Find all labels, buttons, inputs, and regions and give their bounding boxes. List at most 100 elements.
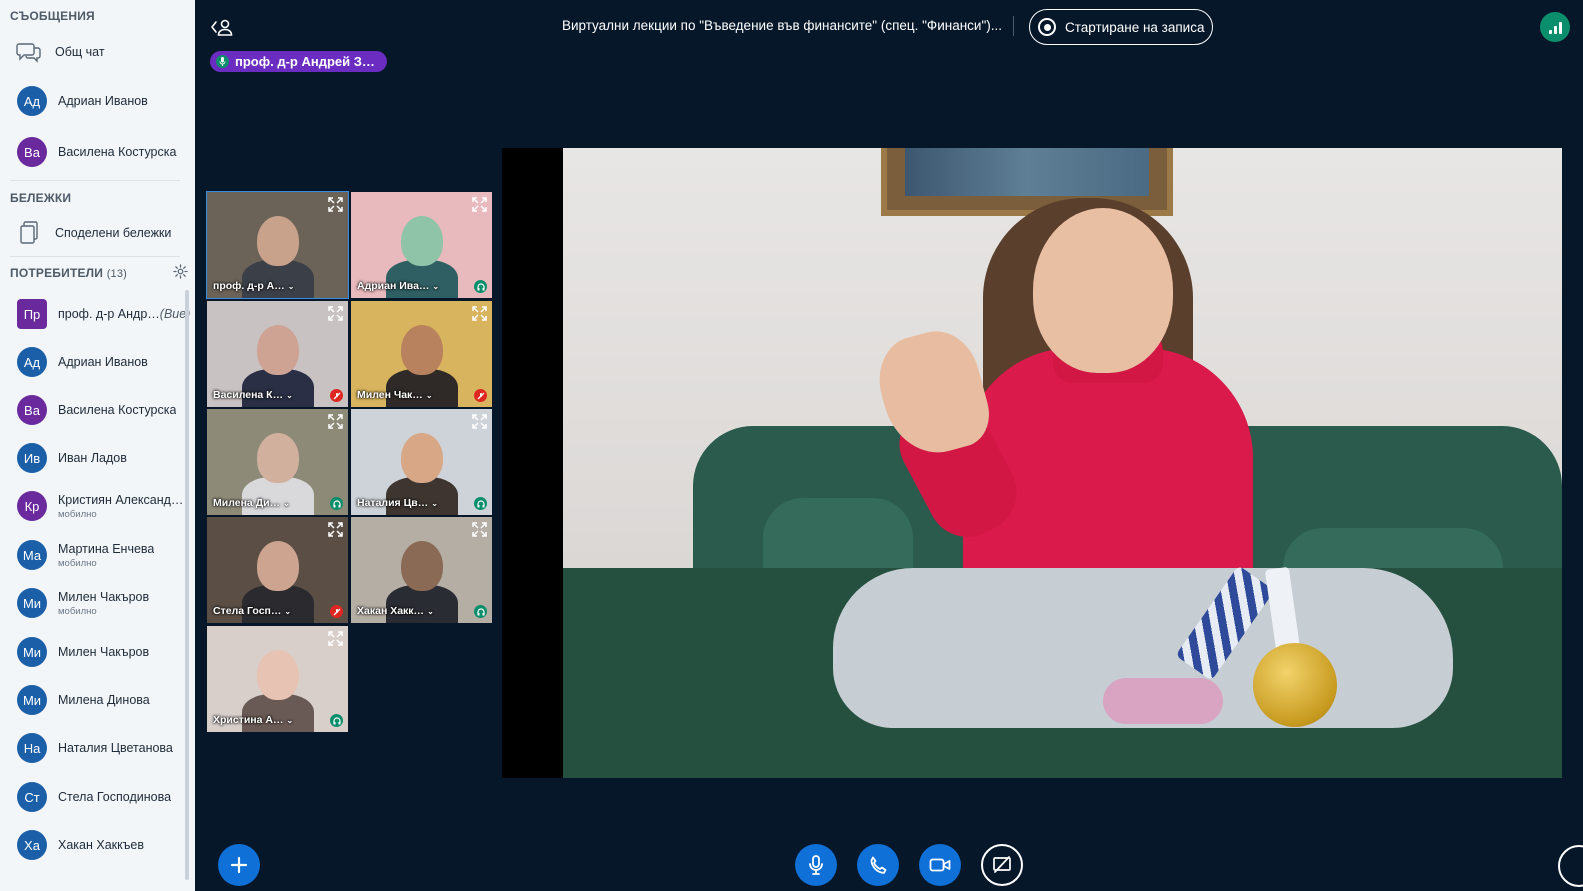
avatar: Ми	[17, 637, 47, 667]
fullscreen-expand-icon[interactable]	[471, 305, 488, 322]
video-tile-name-text: Милен Чак…	[357, 389, 423, 401]
video-tile-name[interactable]: Милен Чак… ⌄	[357, 389, 449, 401]
divider	[10, 180, 180, 181]
user-device-label: мобилно	[58, 605, 97, 617]
user-list-item[interactable]: Ст Стела Господинова	[0, 780, 190, 814]
listen-only-icon	[474, 497, 487, 510]
video-tile[interactable]: проф. д-р А… ⌄	[206, 191, 349, 299]
user-list-scrollbar[interactable]	[185, 290, 189, 880]
video-tile[interactable]: Хакан Хакк… ⌄	[351, 517, 492, 623]
microphone-button[interactable]	[795, 844, 837, 886]
user-list-item[interactable]: Ха Хакан Хаккъев	[0, 828, 190, 862]
private-chat-name: Адриан Иванов	[58, 94, 148, 108]
fullscreen-expand-icon[interactable]	[327, 630, 344, 647]
video-tile[interactable]: Наталия Цв… ⌄	[351, 409, 492, 515]
video-tile[interactable]: Адриан Ива… ⌄	[351, 192, 492, 298]
user-name: Мартина Енчева	[58, 542, 154, 556]
private-chat-item[interactable]: Ад Адриан Иванов	[0, 85, 190, 117]
actions-plus-button[interactable]	[218, 844, 260, 886]
user-name: Иван Ладов	[58, 451, 127, 465]
video-tile[interactable]: Василена К… ⌄	[207, 301, 348, 407]
gear-icon[interactable]	[173, 264, 188, 284]
video-tile-name[interactable]: Наталия Цв… ⌄	[357, 497, 449, 509]
screen-share-button[interactable]	[981, 844, 1023, 886]
video-tile[interactable]: Христина А… ⌄	[207, 626, 348, 732]
user-text: Хакан Хаккъев	[58, 838, 144, 852]
fullscreen-expand-icon[interactable]	[327, 413, 344, 430]
talking-indicator[interactable]: проф. д-р Андрей З…	[210, 51, 387, 72]
fullscreen-expand-icon[interactable]	[327, 196, 344, 213]
participant-head	[257, 650, 299, 700]
user-name-text: Милена Динова	[58, 693, 150, 707]
video-tile-name[interactable]: проф. д-р А… ⌄	[213, 280, 305, 292]
share-webcam-button[interactable]	[919, 844, 961, 886]
user-list-item[interactable]: На Наталия Цветанова	[0, 731, 190, 765]
toggle-userlist-button[interactable]	[208, 14, 236, 40]
private-chat-item[interactable]: Ва Василена Костурска	[0, 136, 190, 168]
start-recording-button[interactable]: Стартиране на записа	[1029, 9, 1213, 45]
user-text: Наталия Цветанова	[58, 741, 173, 755]
user-text: Мартина Енчева мобилно	[58, 542, 154, 569]
user-name-text: Стела Господинова	[58, 790, 172, 804]
notes-section-title: БЕЛЕЖКИ	[10, 191, 72, 205]
fullscreen-expand-icon[interactable]	[471, 196, 488, 213]
fullscreen-expand-icon[interactable]	[471, 413, 488, 430]
video-tile-name[interactable]: Стела Госп… ⌄	[213, 605, 305, 617]
fullscreen-expand-icon[interactable]	[471, 521, 488, 538]
screen-share-off-icon	[993, 856, 1011, 873]
private-chat-name: Василена Костурска	[58, 145, 177, 159]
user-list-item[interactable]: Ив Иван Ладов	[0, 441, 190, 475]
avatar: Ад	[17, 86, 47, 116]
user-name: проф. д-р Андр…(Вие)	[58, 307, 190, 321]
listen-only-icon	[330, 497, 343, 510]
user-list-item[interactable]: Ми Милена Динова	[0, 683, 190, 717]
user-list-item[interactable]: Пр проф. д-р Андр…(Вие)	[0, 297, 190, 331]
user-list-item[interactable]: Ва Василена Костурска	[0, 393, 190, 427]
user-list-item[interactable]: Ма Мартина Енчева мобилно	[0, 538, 190, 572]
video-tile-name-text: Адриан Ива…	[357, 280, 430, 292]
divider	[10, 256, 180, 257]
video-tile[interactable]: Милен Чак… ⌄	[351, 301, 492, 407]
user-device-label: мобилно	[58, 557, 97, 569]
user-list-item[interactable]: Ми Милен Чакъров	[0, 635, 190, 669]
user-list-item[interactable]: Ми Милен Чакъров мобилно	[0, 586, 190, 620]
participant-head	[257, 541, 299, 591]
gold-medal	[1253, 643, 1337, 727]
plus-icon	[230, 856, 248, 874]
video-tile-name[interactable]: Василена К… ⌄	[213, 389, 305, 401]
chevron-down-icon: ⌄	[427, 607, 434, 616]
avatar: Ст	[17, 782, 47, 812]
avatar: Ми	[17, 685, 47, 715]
connection-status-icon[interactable]	[1540, 12, 1570, 42]
person-sock	[1103, 678, 1223, 724]
public-chat-item[interactable]: Общ чат	[0, 38, 190, 66]
video-tile-name[interactable]: Милена Ди… ⌄	[213, 497, 305, 509]
video-tile-name[interactable]: Адриан Ива… ⌄	[357, 280, 449, 292]
video-tile[interactable]: Стела Госп… ⌄	[207, 517, 348, 623]
video-tile-name[interactable]: Христина А… ⌄	[213, 714, 305, 726]
chevron-down-icon: ⌄	[286, 391, 293, 400]
fullscreen-expand-icon[interactable]	[327, 521, 344, 538]
muted-status-icon	[330, 605, 343, 618]
user-name: Милен Чакъров	[58, 590, 149, 604]
avatar: Ха	[17, 830, 47, 860]
user-text: Милен Чакъров	[58, 645, 149, 659]
user-list-item[interactable]: Кр Кристиян Александ… мобилно	[0, 489, 190, 523]
video-frame	[563, 148, 1562, 778]
start-recording-label: Стартиране на записа	[1065, 19, 1205, 35]
audio-phone-button[interactable]	[857, 844, 899, 886]
sidebar: СЪОБЩЕНИЯ Общ чат Ад Адриан Иванов Ва Ва…	[0, 0, 195, 891]
user-list-item[interactable]: Ад Адриан Иванов	[0, 345, 190, 379]
avatar: На	[17, 733, 47, 763]
video-tile-name-text: проф. д-р А…	[213, 280, 285, 292]
main-video[interactable]	[502, 148, 1562, 778]
video-tile[interactable]: Милена Ди… ⌄	[207, 409, 348, 515]
shared-notes-item[interactable]: Споделени бележки	[0, 219, 190, 247]
overflow-button[interactable]	[1558, 845, 1583, 887]
fullscreen-expand-icon[interactable]	[327, 305, 344, 322]
video-tile-name[interactable]: Хакан Хакк… ⌄	[357, 605, 449, 617]
user-text: Милена Динова	[58, 693, 150, 707]
user-name-text: Наталия Цветанова	[58, 741, 173, 755]
video-tile-name-text: Стела Госп…	[213, 605, 282, 617]
chevron-down-icon: ⌄	[284, 607, 292, 616]
